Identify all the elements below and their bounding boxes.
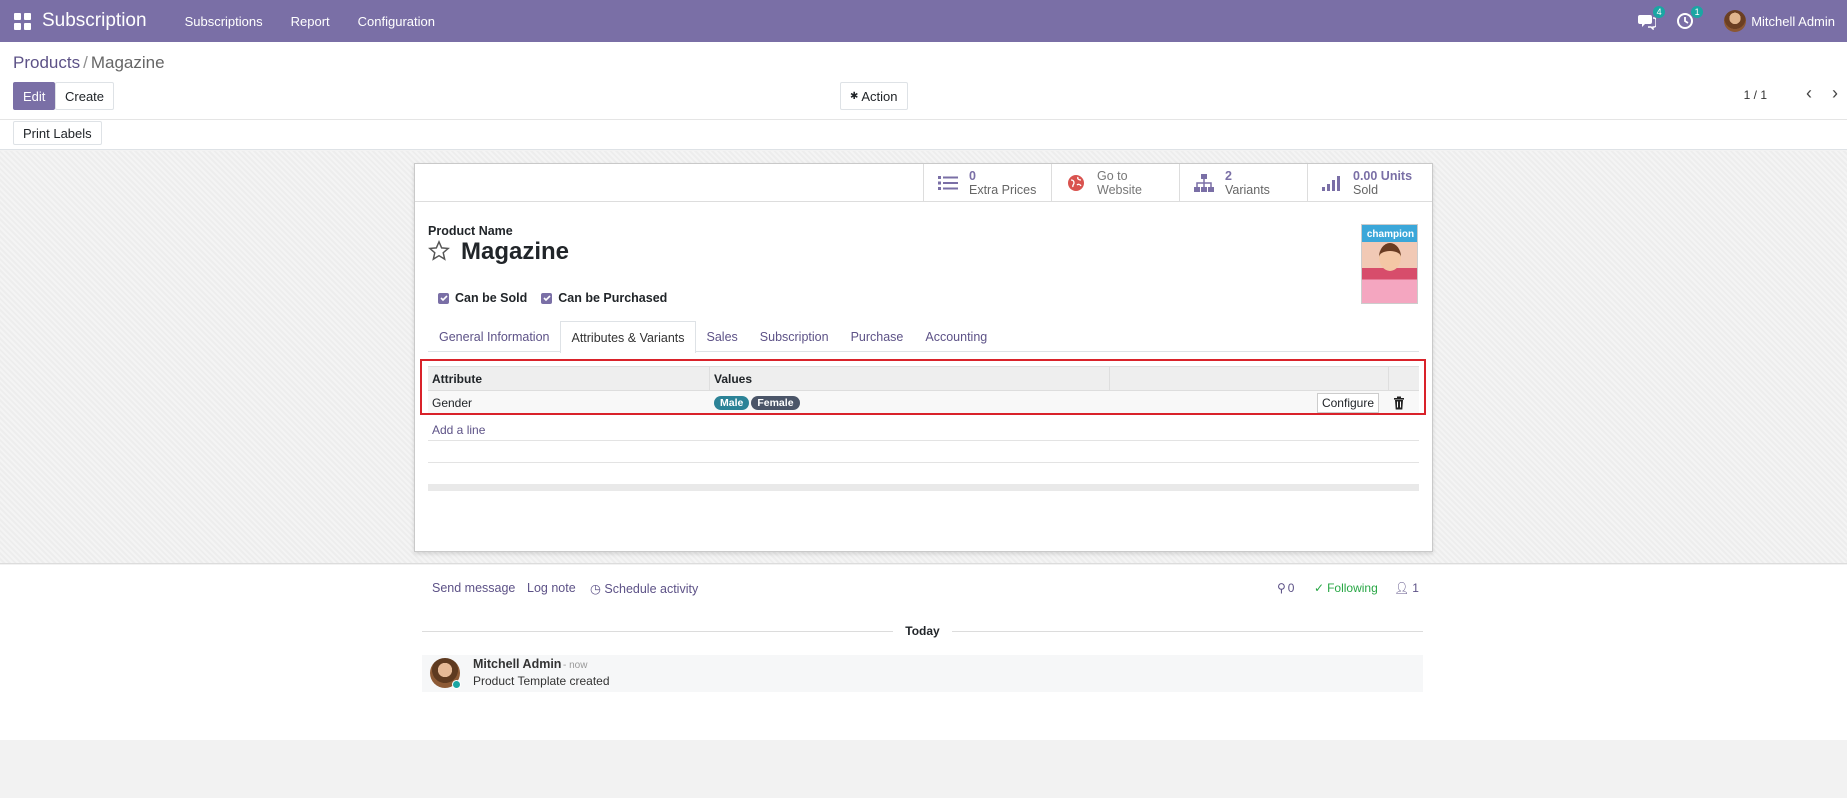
- user-avatar: [1724, 10, 1747, 32]
- magazine-masthead: champion: [1366, 229, 1415, 240]
- list-icon: [937, 172, 959, 194]
- variants-button[interactable]: 2 Variants: [1179, 164, 1307, 202]
- variants-count: 2: [1225, 169, 1232, 183]
- units-sold-label: Sold: [1353, 183, 1379, 197]
- menu-report[interactable]: Report: [277, 14, 344, 29]
- breadcrumb-separator: /: [83, 53, 88, 72]
- units-sold-button[interactable]: 0.00 Units Sold: [1307, 164, 1435, 202]
- can-be-purchased-label: Can be Purchased: [558, 291, 668, 305]
- units-sold-value: 0.00 Units: [1353, 169, 1413, 183]
- edit-button[interactable]: Edit: [13, 82, 56, 110]
- chatter: Send message Log note ◷ Schedule activit…: [0, 565, 1847, 740]
- empty-row-divider: [428, 440, 1419, 441]
- signal-icon: [1321, 172, 1343, 194]
- checkbox-checked-icon: [438, 292, 449, 304]
- variants-label: Variants: [1225, 183, 1270, 197]
- breadcrumb: Products / Magazine: [13, 53, 165, 73]
- can-be-sold-checkbox[interactable]: Can be Sold: [438, 291, 527, 305]
- go-to-website-button[interactable]: Go to Website: [1051, 164, 1179, 202]
- create-button[interactable]: Create: [55, 82, 115, 110]
- activities-count-badge: 1: [1691, 6, 1704, 18]
- extra-prices-button[interactable]: 0 Extra Prices: [923, 164, 1051, 202]
- action-button[interactable]: ✱ Action: [840, 82, 908, 110]
- checkbox-checked-icon: [541, 292, 553, 304]
- empty-row-divider: [428, 462, 1419, 463]
- user-menu[interactable]: Mitchell Admin: [1724, 10, 1835, 32]
- website-label: Website: [1097, 183, 1142, 197]
- activity-clock-icon[interactable]: 1: [1676, 6, 1704, 30]
- tab-purchase[interactable]: Purchase: [840, 321, 915, 352]
- top-navbar: Subscription Subscriptions Report Config…: [0, 0, 1847, 42]
- log-note-button[interactable]: Log note: [527, 581, 576, 595]
- paperclip-icon: ⚲: [1277, 581, 1286, 595]
- star-icon[interactable]: [428, 240, 450, 262]
- attachments-button[interactable]: ⚲ 0: [1277, 581, 1294, 595]
- date-separator: Today: [422, 624, 1424, 638]
- breadcrumb-current: Magazine: [90, 53, 165, 72]
- tab-general-information[interactable]: General Information: [428, 321, 560, 352]
- user-name: Mitchell Admin: [1751, 13, 1835, 29]
- app-title[interactable]: Subscription: [42, 10, 147, 32]
- product-name-label: Product Name: [428, 224, 513, 238]
- schedule-activity-label: Schedule activity: [604, 582, 699, 596]
- extra-prices-label: Extra Prices: [969, 183, 1037, 197]
- form-tabs: General Information Attributes & Variant…: [428, 321, 1419, 353]
- go-to-label: Go to: [1097, 169, 1128, 183]
- add-a-line-link[interactable]: Add a line: [432, 423, 485, 437]
- pager-value[interactable]: 1 / 1: [1744, 88, 1767, 102]
- followers-button[interactable]: 👤︎ 1: [1394, 581, 1419, 595]
- systray: 4 1 Mitchell Admin: [1628, 6, 1835, 32]
- attachments-count: 0: [1287, 581, 1295, 595]
- product-image[interactable]: champion: [1361, 224, 1418, 304]
- product-name[interactable]: Magazine: [461, 238, 569, 266]
- message-body: Product Template created: [473, 674, 610, 688]
- following-label: Following: [1327, 581, 1378, 595]
- date-separator-label: Today: [905, 624, 940, 638]
- extra-prices-value: 0: [969, 169, 976, 183]
- tab-attributes-variants[interactable]: Attributes & Variants: [560, 321, 696, 353]
- pager-next-icon[interactable]: ›: [1827, 84, 1843, 102]
- sitemap-icon: [1193, 172, 1215, 194]
- messaging-icon[interactable]: 4: [1638, 6, 1666, 31]
- main-menu: Subscriptions Report Configuration: [171, 14, 449, 29]
- pager-previous-icon[interactable]: ‹: [1801, 84, 1817, 102]
- send-message-button[interactable]: Send message: [432, 581, 515, 595]
- apps-menu-icon[interactable]: [12, 11, 32, 31]
- product-checkboxes: Can be Sold Can be Purchased: [438, 291, 681, 305]
- online-status-icon: [452, 680, 461, 689]
- control-panel: Products / Magazine Edit Create ✱ Action 1…: [0, 42, 1847, 150]
- table-footer: [428, 484, 1419, 491]
- highlight-annotation-box: [420, 359, 1426, 415]
- print-labels-button[interactable]: Print Labels: [13, 121, 102, 145]
- globe-icon: [1065, 172, 1087, 194]
- product-form-sheet: 0 Extra Prices Go to Website 2 Variants 0.0…: [414, 163, 1433, 552]
- clock-icon: ◷: [590, 582, 601, 596]
- gear-icon: ✱: [850, 90, 859, 102]
- tab-accounting[interactable]: Accounting: [914, 321, 998, 352]
- breadcrumb-products[interactable]: Products: [13, 53, 80, 72]
- message-author[interactable]: Mitchell Admin: [473, 657, 561, 671]
- following-button[interactable]: ✓ Following: [1314, 581, 1378, 595]
- followers-count: 1: [1412, 581, 1419, 595]
- can-be-sold-label: Can be Sold: [455, 291, 528, 305]
- menu-configuration[interactable]: Configuration: [344, 14, 449, 29]
- action-label: Action: [861, 88, 898, 104]
- check-icon: ✓: [1314, 581, 1325, 595]
- messages-count-badge: 4: [1653, 6, 1666, 18]
- can-be-purchased-checkbox[interactable]: Can be Purchased: [541, 291, 667, 305]
- user-icon: 👤︎: [1394, 581, 1410, 595]
- tab-sales[interactable]: Sales: [696, 321, 749, 352]
- tab-subscription[interactable]: Subscription: [749, 321, 840, 352]
- menu-subscriptions[interactable]: Subscriptions: [171, 14, 277, 29]
- smart-buttons-row: 0 Extra Prices Go to Website 2 Variants 0.0…: [415, 164, 1432, 202]
- chatter-message: Mitchell Admin - now Product Template cr…: [422, 655, 1423, 692]
- cover-child-figure: [1379, 243, 1401, 271]
- schedule-activity-button[interactable]: ◷ Schedule activity: [590, 581, 698, 596]
- control-divider: [0, 119, 1847, 120]
- message-date: - now: [563, 660, 588, 671]
